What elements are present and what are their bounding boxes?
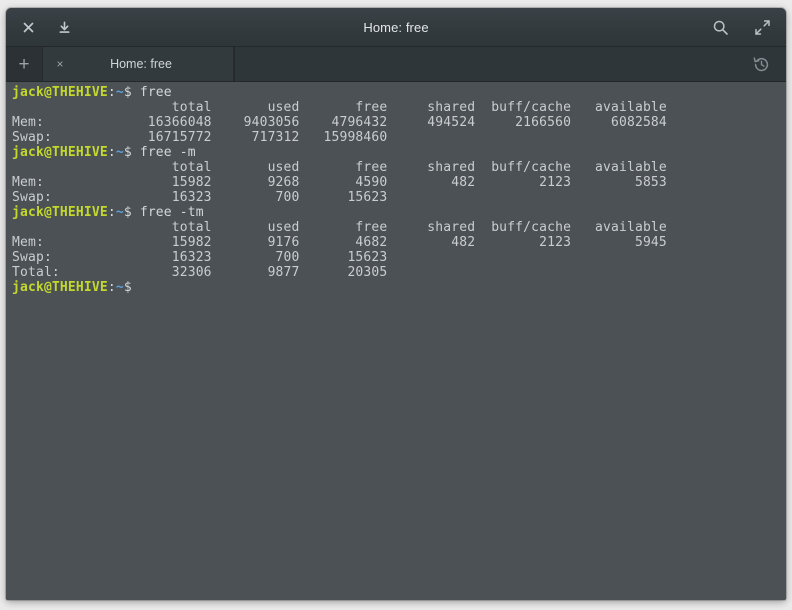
tab-home-free[interactable]: × Home: free: [42, 47, 234, 81]
tab-close-icon[interactable]: ×: [51, 55, 69, 73]
terminal-text: jack@THEHIVE:~$ free total used free sha…: [12, 85, 786, 295]
maximize-icon[interactable]: [752, 17, 772, 37]
history-icon[interactable]: [748, 47, 774, 81]
search-icon[interactable]: [710, 17, 730, 37]
terminal-output-area[interactable]: jack@THEHIVE:~$ free total used free sha…: [6, 82, 786, 600]
download-icon[interactable]: [54, 17, 74, 37]
titlebar-left-controls: [6, 17, 74, 37]
new-tab-button[interactable]: +: [6, 47, 42, 81]
desktop-background: Home: free: [0, 0, 792, 610]
window-titlebar: Home: free: [6, 8, 786, 47]
tab-label: Home: free: [69, 57, 227, 71]
close-icon[interactable]: [18, 17, 38, 37]
tab-bar-empty-area[interactable]: [234, 47, 786, 81]
tab-bar: + × Home: free: [6, 47, 786, 82]
titlebar-right-controls: [710, 8, 772, 46]
page-title: Home: free: [6, 20, 786, 35]
terminal-window: Home: free: [6, 8, 786, 600]
